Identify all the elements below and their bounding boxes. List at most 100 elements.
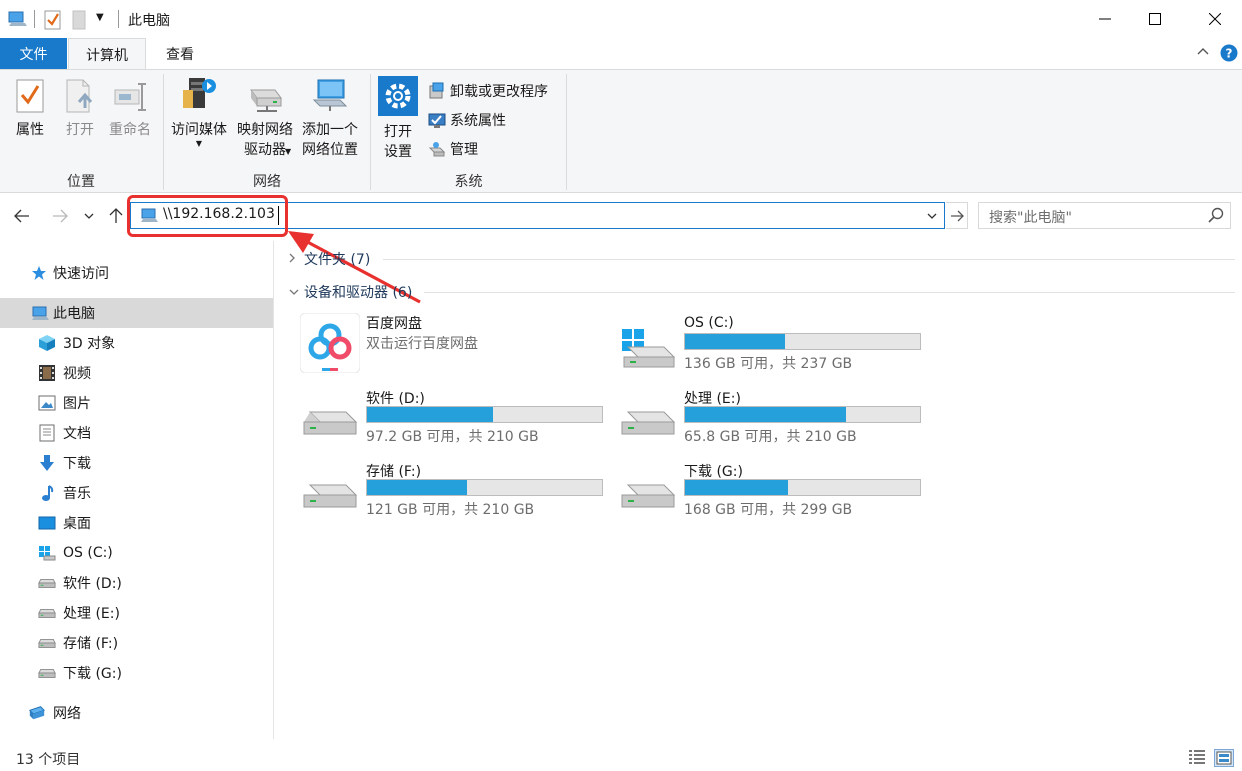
drive-usage-fill [685,334,786,349]
drive-tile-f[interactable]: 存储 (F:) 121 GB 可用，共 210 GB [300,459,610,529]
nav-label: 网络 [53,706,81,722]
baidu-netdisk-icon [299,312,361,374]
properties-check-icon[interactable] [44,10,62,34]
drive-tile-g[interactable]: 下载 (G:) 168 GB 可用，共 299 GB [618,459,928,529]
recent-locations-button[interactable] [80,204,98,228]
uninstall-label: 卸载或更改程序 [450,84,548,100]
nav-network[interactable]: 网络 [0,698,273,728]
tab-file[interactable]: 文件 [0,38,67,69]
drive-tile-c[interactable]: OS (C:) 136 GB 可用，共 237 GB [618,313,928,383]
nav-label: 3D 对象 [63,336,116,352]
access-media-label: 访问媒体 [171,122,227,138]
drive-usage-fill [685,480,788,495]
access-media-dropdown-icon: ▼ [195,139,203,148]
manage-icon [428,142,446,157]
navigation-pane: 快速访问 此电脑 3D 对象 视频 图片 文档 下载 音乐 桌面 OS (C:)… [0,241,273,739]
folders-expand-icon[interactable] [288,252,296,267]
help-icon[interactable]: ? [1220,44,1238,66]
system-properties-button[interactable]: 系统属性 [428,109,506,131]
search-icon[interactable] [1208,207,1224,227]
document-icon [38,424,56,442]
address-dropdown-button[interactable] [922,204,942,227]
settings-gear-icon [378,76,418,116]
window-title: 此电脑 [128,13,170,29]
map-drive-dropdown-icon[interactable]: ▼ [285,147,291,156]
devices-collapse-icon[interactable] [288,285,300,299]
up-arrow-icon [109,208,123,223]
windows-drive-icon [38,544,56,562]
open-button[interactable]: 打开 [58,78,102,140]
quick-access-separator [34,10,35,28]
drive-tile-e[interactable]: 处理 (E:) 65.8 GB 可用，共 210 GB [618,386,928,456]
desktop-icon [38,514,56,532]
title-bar: ▼ 此电脑 [0,0,1242,38]
collapse-ribbon-icon[interactable] [1196,44,1210,62]
properties-button[interactable]: 属性 [8,78,52,140]
nav-desktop[interactable]: 桌面 [0,508,273,538]
close-button[interactable] [1190,0,1240,38]
nav-this-pc[interactable]: 此电脑 [0,298,273,328]
nav-drive-g[interactable]: 下载 (G:) [0,658,273,688]
nav-documents[interactable]: 文档 [0,418,273,448]
nav-drive-d[interactable]: 软件 (D:) [0,568,273,598]
manage-button[interactable]: 管理 [428,138,478,160]
drive-name: 存储 (F:) [366,464,422,480]
nav-label: 文档 [63,426,91,442]
search-box[interactable]: 搜索"此电脑" [978,202,1231,229]
uninstall-programs-button[interactable]: 卸载或更改程序 [428,80,548,102]
windows-drive-icon [618,313,678,373]
nav-drive-c[interactable]: OS (C:) [0,538,273,568]
open-settings-button[interactable]: 打开 设置 [376,76,420,162]
title-separator [118,10,119,28]
uninstall-icon [429,82,444,99]
drive-icon [38,604,56,622]
tab-computer[interactable]: 计算机 [68,38,146,70]
system-properties-label: 系统属性 [450,113,506,129]
go-button[interactable] [946,202,968,229]
nav-drive-f[interactable]: 存储 (F:) [0,628,273,658]
nav-label: 存储 (F:) [63,636,119,652]
access-media-button[interactable]: 访问媒体 ▼ [166,76,232,148]
group-label-network: 网络 [253,174,281,190]
annotation-highlight-box [127,195,288,237]
details-view-icon[interactable] [1188,749,1208,767]
nav-pictures[interactable]: 图片 [0,388,273,418]
nav-drive-e[interactable]: 处理 (E:) [0,598,273,628]
drive-usage-bar [684,406,921,423]
close-icon [1209,13,1221,25]
computer-icon[interactable] [8,10,28,32]
new-folder-icon[interactable] [72,10,86,34]
ribbon: 属性 打开 重命名 位置 访问媒体 ▼ 映射网络 驱动器 ▼ 添加一个 网络位置… [0,69,1242,193]
devices-section-header[interactable]: 设备和驱动器 (6) [304,282,412,302]
forward-button[interactable] [48,204,72,228]
baidu-netdisk-tile[interactable]: 百度网盘 双击运行百度网盘 [299,312,610,383]
network-drive-icon [250,89,282,112]
maximize-button[interactable] [1130,0,1180,38]
status-item-count: 13 个项目 [16,752,81,768]
drive-free-space: 97.2 GB 可用，共 210 GB [366,429,539,445]
back-button[interactable] [10,204,34,228]
back-arrow-icon [14,209,29,223]
network-icon [28,704,46,722]
tab-view[interactable]: 查看 [150,38,210,69]
up-button[interactable] [104,204,128,228]
nav-3d-objects[interactable]: 3D 对象 [0,328,273,358]
drive-icon [38,574,56,592]
tile-subtitle: 双击运行百度网盘 [366,336,478,352]
nav-label: 视频 [63,366,91,382]
drive-tile-d[interactable]: 软件 (D:) 97.2 GB 可用，共 210 GB [300,386,610,456]
open-settings-label-line2: 设置 [384,144,412,160]
open-settings-label-line1: 打开 [384,124,412,140]
nav-videos[interactable]: 视频 [0,358,273,388]
nav-downloads[interactable]: 下载 [0,448,273,478]
star-icon [30,264,48,282]
nav-music[interactable]: 音乐 [0,478,273,508]
customize-quick-access-icon[interactable]: ▼ [96,12,104,23]
folders-section-header[interactable]: 文件夹 (7) [304,249,370,269]
drive-name: 软件 (D:) [366,391,425,407]
nav-quick-access[interactable]: 快速访问 [0,258,273,288]
rename-button[interactable]: 重命名 [104,78,156,140]
minimize-button[interactable] [1080,0,1130,38]
add-network-location-button[interactable]: 添加一个 网络位置 [298,76,362,160]
tiles-view-icon[interactable] [1214,749,1234,767]
